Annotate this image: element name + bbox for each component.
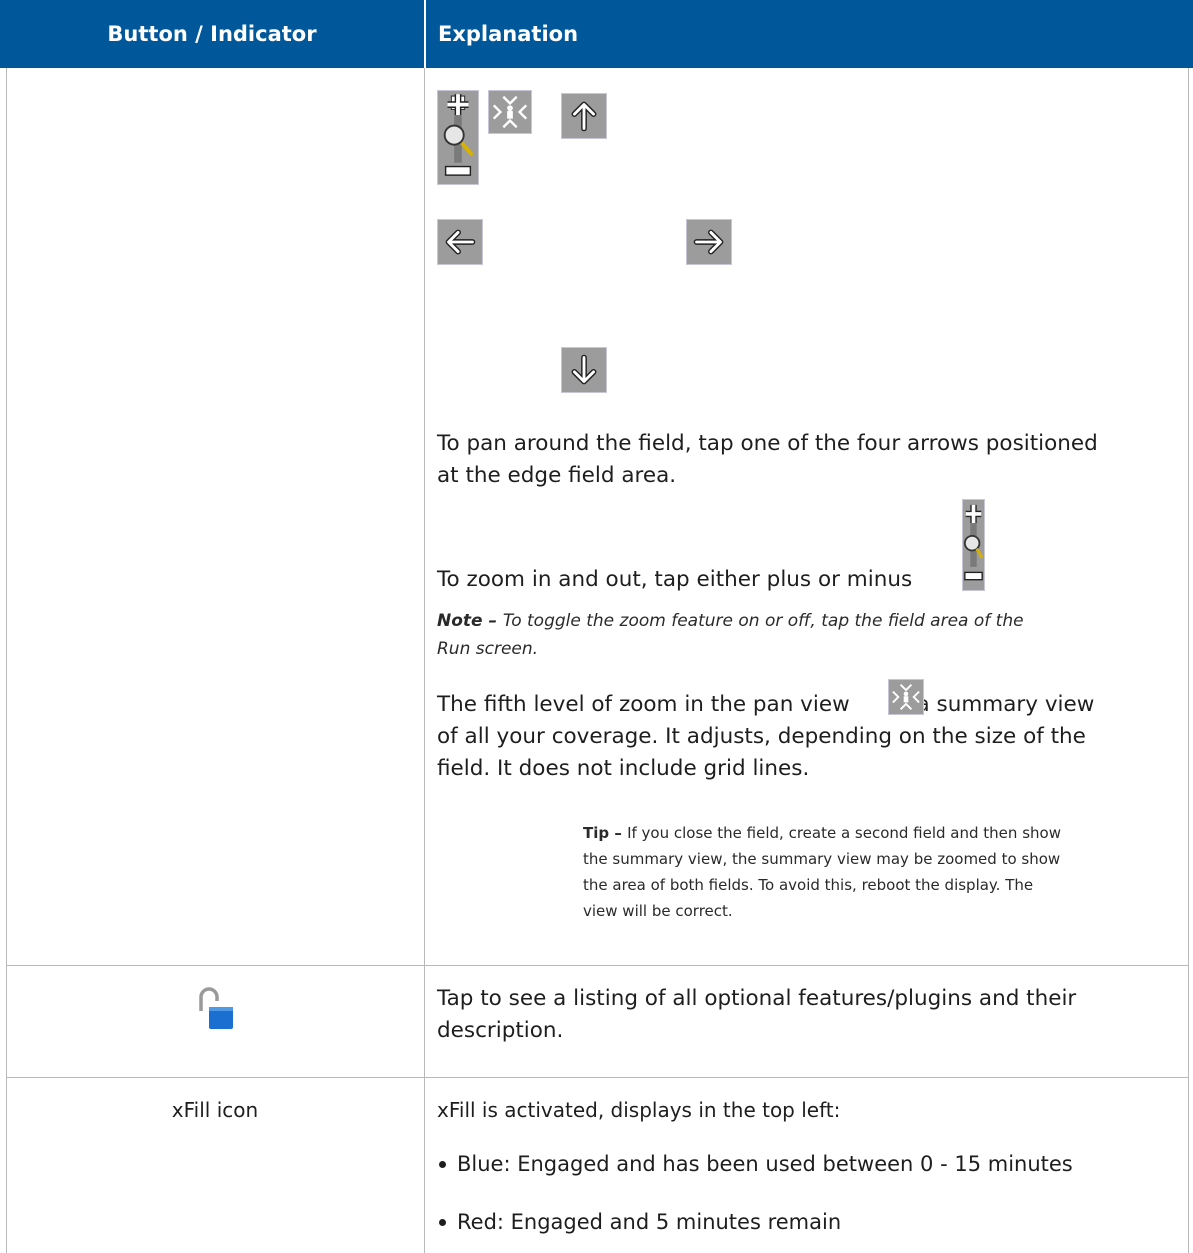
zoom-slider-inline-icon	[962, 499, 985, 591]
tip-line-4: view will be correct.	[583, 902, 733, 920]
bullet-dot	[439, 1161, 446, 1168]
xfill-label: xFill icon	[171, 1098, 259, 1122]
bullet-dot	[439, 1219, 446, 1226]
zoom-text: To zoom in and out, tap either plus or m…	[437, 567, 913, 592]
pan-summary-icon[interactable]	[488, 90, 532, 134]
arrow-left-icon[interactable]	[437, 219, 483, 265]
tip-line-2: the summary view, the summary view may b…	[583, 850, 1061, 868]
fifth-level-line-2: of all your coverage. It adjusts, depend…	[437, 724, 1086, 749]
fifth-level-line-1: The fifth level of zoom in the pan view …	[437, 692, 1095, 717]
unlock-text-line-1: Tap to see a listing of all optional fea…	[437, 986, 1077, 1011]
table-header: Button / Indicator Explanation	[0, 0, 1193, 68]
zoom-slider-icon[interactable]	[437, 90, 479, 185]
unlock-icon[interactable]	[195, 987, 237, 1033]
note-line-2: Run screen.	[437, 639, 539, 659]
pan-text-line-2: at the edge field area.	[437, 463, 677, 488]
header-col-explanation: Explanation	[438, 22, 579, 46]
fifth-level-line-3: field. It does not include grid lines.	[437, 756, 810, 781]
tip-line-3: the area of both fields. To avoid this, …	[583, 876, 1034, 894]
arrow-down-icon[interactable]	[561, 347, 607, 393]
arrow-up-icon[interactable]	[561, 93, 607, 139]
list-item: Blue: Engaged and has been used between …	[457, 1152, 1073, 1176]
list-item: Red: Engaged and 5 minutes remain	[457, 1210, 842, 1234]
arrow-right-icon[interactable]	[686, 219, 732, 265]
buttons-table: Button / Indicator Explanation To pan ar…	[0, 0, 1193, 1253]
pan-text-line-1: To pan around the field, tap one of the …	[437, 431, 1098, 456]
xfill-intro: xFill is activated, displays in the top …	[437, 1098, 841, 1122]
pan-summary-inline-icon	[888, 679, 924, 715]
note-line-1: Note – To toggle the zoom feature on or …	[437, 611, 1024, 631]
header-col-button: Button / Indicator	[107, 22, 317, 46]
tip-line-1: Tip – If you close the field, create a s…	[583, 824, 1061, 842]
unlock-text-line-2: description.	[437, 1018, 564, 1043]
